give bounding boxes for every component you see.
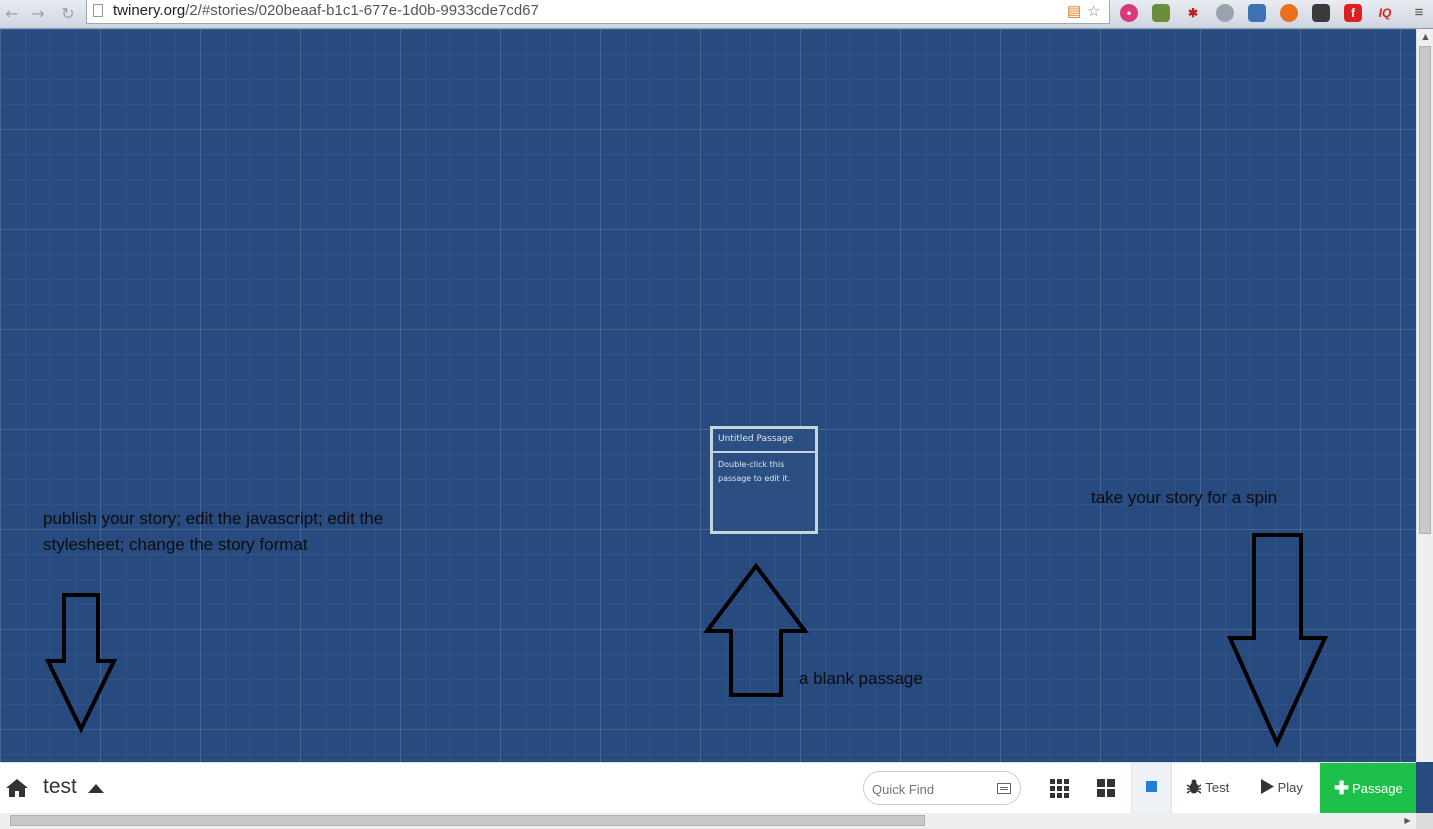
quick-find-input[interactable]: [870, 778, 992, 800]
list-icon[interactable]: [997, 783, 1011, 794]
bug-icon: [1186, 779, 1202, 794]
extension-icon[interactable]: ✱: [1184, 4, 1202, 22]
reload-icon[interactable]: ↻: [58, 4, 78, 24]
down-arrow-left: [44, 593, 118, 734]
zoom-large-button[interactable]: [1131, 763, 1172, 813]
page-action-icon[interactable]: ▤: [1067, 3, 1081, 21]
up-arrow-center: [702, 562, 810, 697]
quick-find: [863, 771, 1021, 805]
story-toolbar: test Test Play ✚Passage: [0, 762, 1416, 813]
scroll-up-icon[interactable]: ▲: [1417, 32, 1433, 41]
play-icon: [1261, 779, 1274, 794]
down-arrow-right: [1226, 533, 1329, 748]
grid-2x2-icon[interactable]: [1097, 779, 1115, 797]
play-label: Play: [1277, 780, 1303, 795]
home-icon[interactable]: [5, 777, 29, 799]
horizontal-scrollbar[interactable]: ▶: [0, 813, 1416, 829]
annotation-arrows: [44, 533, 1329, 748]
forward-icon[interactable]: →: [28, 4, 48, 24]
page-icon: [93, 4, 103, 17]
test-label: Test: [1205, 780, 1230, 795]
test-button[interactable]: Test: [1186, 763, 1246, 813]
extension-icon[interactable]: [1216, 4, 1234, 22]
flipboard-icon[interactable]: f: [1344, 4, 1362, 22]
story-map[interactable]: Untitled Passage Double-click this passa…: [0, 29, 1416, 762]
scroll-right-icon[interactable]: ▶: [1399, 816, 1416, 825]
url-path: /2/#stories/020beaaf-b1c1-677e-1d0b-9933…: [185, 2, 539, 19]
iq-icon[interactable]: IQ: [1376, 4, 1394, 22]
bookmark-star-icon[interactable]: ☆: [1087, 3, 1100, 21]
url-text: twinery.org/2/#stories/020beaaf-b1c1-677…: [113, 0, 539, 22]
extension-icon[interactable]: •: [1120, 4, 1138, 22]
add-passage-button[interactable]: ✚ Passage: [1320, 763, 1416, 813]
extension-icon[interactable]: [1312, 4, 1330, 22]
python-icon[interactable]: [1248, 4, 1266, 22]
menu-icon[interactable]: ≡: [1410, 4, 1428, 22]
square-icon: [1146, 781, 1157, 792]
horizontal-scroll-thumb[interactable]: [10, 815, 925, 826]
scrollbar-corner: [1416, 813, 1433, 829]
vertical-scrollbar[interactable]: ▲: [1416, 29, 1433, 762]
extension-icon[interactable]: [1152, 4, 1170, 22]
extension-icon[interactable]: [1280, 4, 1298, 22]
play-button[interactable]: Play: [1260, 763, 1316, 813]
vertical-scroll-thumb[interactable]: [1419, 46, 1431, 534]
caret-up-icon[interactable]: [88, 784, 104, 793]
story-title[interactable]: test: [43, 775, 77, 799]
plus-icon: ✚: [1334, 778, 1350, 798]
browser-toolbar: ← → ↻ twinery.org/2/#stories/020beaaf-b1…: [0, 0, 1433, 29]
back-icon[interactable]: ←: [2, 4, 22, 24]
address-bar[interactable]: twinery.org/2/#stories/020beaaf-b1c1-677…: [86, 0, 1110, 24]
grid-3x3-icon[interactable]: [1050, 779, 1069, 798]
url-domain: twinery.org: [113, 2, 186, 19]
add-passage-label: Passage: [1352, 781, 1403, 796]
